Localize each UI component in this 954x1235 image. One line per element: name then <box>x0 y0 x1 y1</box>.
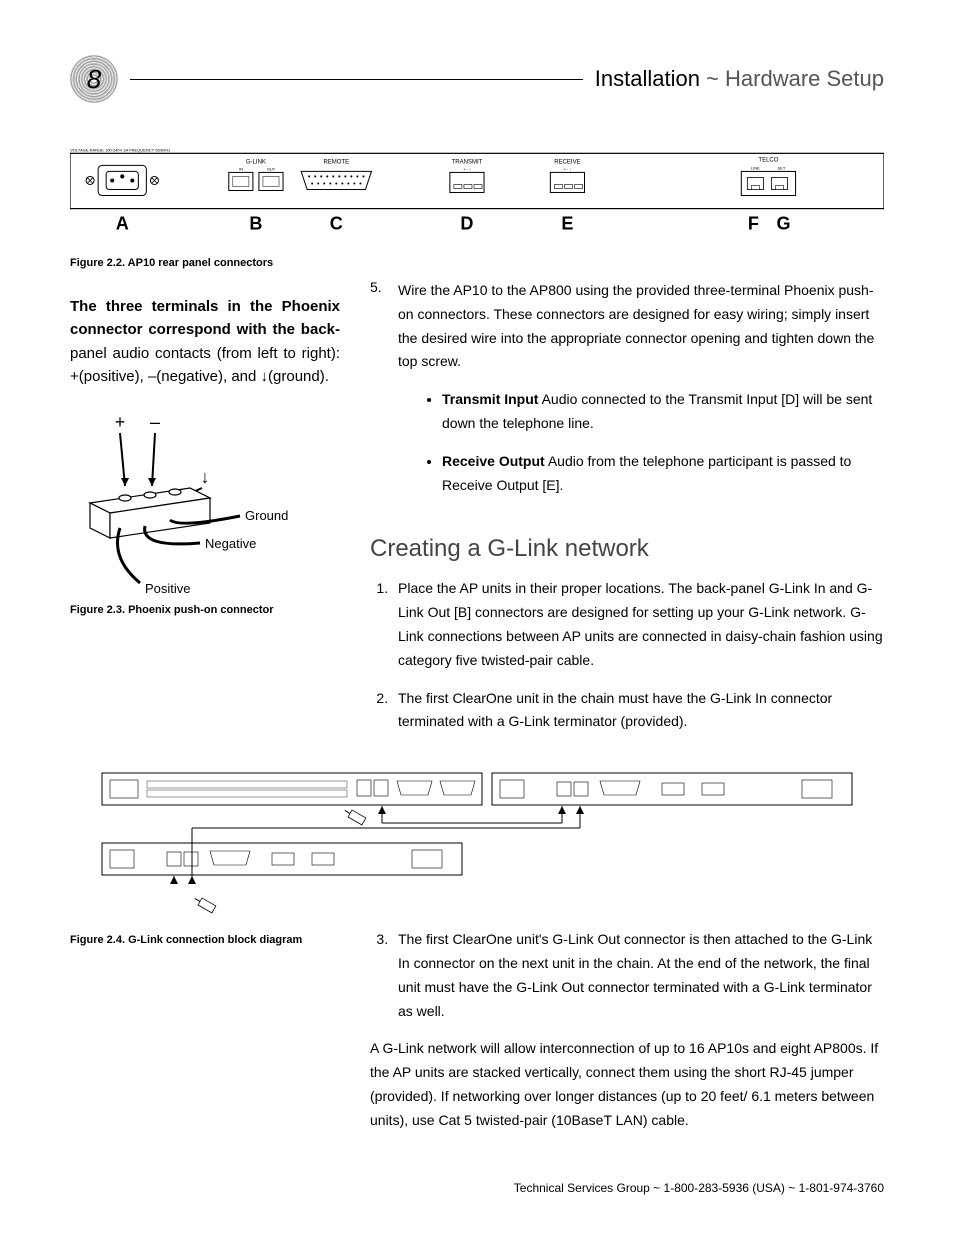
figure-2-3-caption: Figure 2.3. Phoenix push-on connector <box>70 604 340 616</box>
svg-text:F: F <box>748 214 759 234</box>
page-number-badge: 8 <box>70 55 118 103</box>
bullet-transmit-bold: Transmit Input <box>442 391 538 407</box>
svg-text:IN: IN <box>239 166 243 171</box>
svg-text:A: A <box>116 214 129 234</box>
svg-text:REMOTE: REMOTE <box>323 159 349 165</box>
glink-paragraph: A G-Link network will allow interconnect… <box>370 1037 884 1132</box>
svg-text:Ground: Ground <box>245 508 288 523</box>
header-title: Installation ~ Hardware Setup <box>595 66 884 92</box>
glink-heading: Creating a G-Link network <box>370 535 884 563</box>
bullet-transmit: Transmit Input Audio connected to the Tr… <box>442 388 884 436</box>
svg-text:OUT: OUT <box>267 166 276 171</box>
glink-step-3: The first ClearOne unit's G-Link Out con… <box>392 928 884 1023</box>
bullet-receive: Receive Output Audio from the telephone … <box>442 450 884 498</box>
phoenix-note-rest: panel audio contacts (from left to right… <box>70 345 340 385</box>
page-footer: Technical Services Group ~ 1-800-283-593… <box>514 1181 884 1195</box>
svg-text:+ - ↓: + - ↓ <box>563 166 571 171</box>
svg-text:B: B <box>249 214 262 234</box>
svg-text:LINE: LINE <box>751 165 760 170</box>
svg-text:G-LINK: G-LINK <box>246 159 266 165</box>
phoenix-note: The three terminals in the Phoenix conne… <box>70 295 340 388</box>
block-diagram-svg <box>70 768 884 918</box>
header-title-light: Hardware Setup <box>725 66 884 91</box>
step-5-text: Wire the AP10 to the AP800 using the pro… <box>398 279 884 374</box>
step-5: 5. Wire the AP10 to the AP800 using the … <box>370 279 884 511</box>
bullet-receive-bold: Receive Output <box>442 453 545 469</box>
page-number: 8 <box>87 64 101 95</box>
svg-text:Negative: Negative <box>205 536 256 551</box>
svg-text:TELCO: TELCO <box>758 157 778 163</box>
svg-text:RECEIVE: RECEIVE <box>554 159 580 165</box>
figure-2-2: VOLTAGE RANGE 100-240V 3A FREQUENCY 50/6… <box>70 131 884 269</box>
svg-text:G: G <box>776 214 790 234</box>
svg-text:–: – <box>150 412 160 432</box>
svg-text:TRANSMIT: TRANSMIT <box>452 159 483 165</box>
step-5-number: 5. <box>370 279 390 511</box>
svg-text:+ - ↓: + - ↓ <box>463 166 471 171</box>
svg-text:D: D <box>460 214 473 234</box>
figure-2-4-caption: Figure 2.4. G-Link connection block diag… <box>70 934 340 946</box>
svg-text:SET: SET <box>778 165 786 170</box>
svg-text:C: C <box>330 214 343 234</box>
header-rule <box>130 79 583 80</box>
figure-2-3: + – ↓ <box>70 408 340 616</box>
svg-text:↓: ↓ <box>201 467 210 487</box>
glink-step-2: The first ClearOne unit in the chain mus… <box>392 687 884 735</box>
svg-text:+: + <box>115 412 126 432</box>
phoenix-note-lead: The three terminals in the Phoenix conne… <box>70 298 340 338</box>
header-title-strong: Installation <box>595 66 700 91</box>
phoenix-svg: + – ↓ <box>70 408 340 598</box>
rear-panel-svg: VOLTAGE RANGE 100-240V 3A FREQUENCY 50/6… <box>70 131 884 246</box>
glink-step-1: Place the AP units in their proper locat… <box>392 577 884 672</box>
svg-text:Positive: Positive <box>145 581 191 596</box>
svg-text:E: E <box>561 214 573 234</box>
svg-text:VOLTAGE RANGE 100-240V 3A FREQ: VOLTAGE RANGE 100-240V 3A FREQUENCY 50/6… <box>70 147 170 152</box>
page-header: 8 Installation ~ Hardware Setup <box>70 55 884 103</box>
figure-2-2-caption: Figure 2.2. AP10 rear panel connectors <box>70 257 884 269</box>
header-title-sep: ~ <box>700 66 725 91</box>
figure-2-4 <box>70 768 884 918</box>
